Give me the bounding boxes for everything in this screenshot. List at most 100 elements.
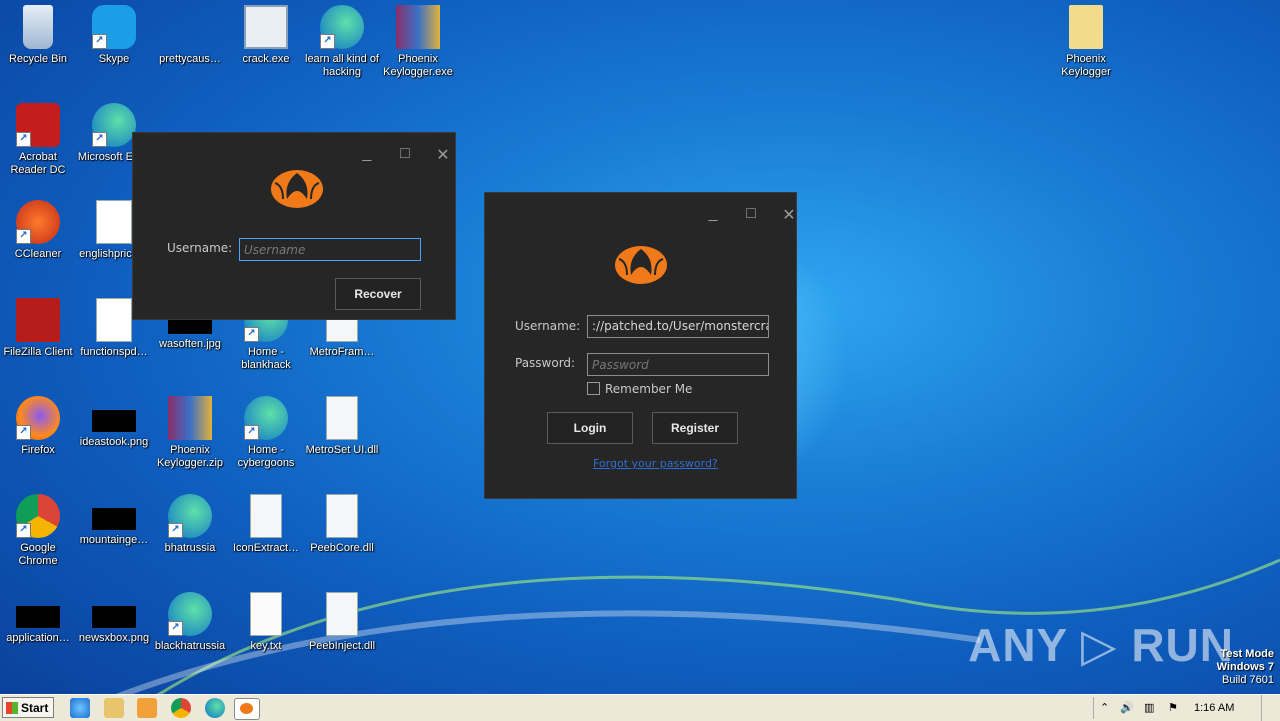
maximize-icon[interactable]: □ [743, 205, 759, 225]
maximize-icon[interactable]: □ [397, 145, 413, 165]
shortcut-arrow-icon: ↗ [16, 523, 31, 538]
desktop-icon[interactable]: PeebInject.dll [304, 592, 380, 653]
flag-icon[interactable]: ⚑ [1168, 701, 1178, 714]
desktop-icon-label: FileZilla Client [3, 346, 73, 358]
windows-version-line: Windows 7 [1216, 661, 1274, 673]
taskbar: Start ⌃ 🔊 ▥ ⚑ 1:16 AM [0, 694, 1280, 721]
media-player-taskbar-icon[interactable] [137, 698, 157, 718]
recover-username-label: Username: [167, 241, 233, 255]
edge-taskbar-icon[interactable] [205, 698, 225, 718]
explorer-taskbar-icon[interactable] [104, 698, 124, 718]
desktop-icon-label: Google Chrome [18, 542, 58, 567]
recover-username-input[interactable] [239, 238, 421, 261]
desktop-icon[interactable]: Phoenix Keylogger.zip [152, 396, 228, 470]
close-icon[interactable]: ✕ [435, 145, 451, 165]
desktop-icon[interactable]: ↗ Firefox [0, 396, 76, 457]
image-icon [16, 606, 60, 628]
chrome-icon: ↗ [16, 494, 60, 538]
desktop-icon[interactable]: ↗ blackhatrussia [152, 592, 228, 653]
ccleaner-icon: ↗ [16, 200, 60, 244]
shortcut-arrow-icon: ↗ [92, 34, 107, 49]
desktop-icon[interactable]: FileZilla Client [0, 298, 76, 359]
desktop-icon[interactable]: mountainge… [76, 494, 152, 547]
phoenix-taskbar-icon[interactable] [234, 698, 260, 720]
desktop-icon-label: blackhatrussia [154, 640, 226, 652]
network-icon[interactable]: ▥ [1144, 701, 1154, 714]
edge-icon: ↗ [92, 103, 136, 147]
desktop-icon[interactable]: key.txt [228, 592, 304, 653]
chrome-taskbar-icon[interactable] [171, 698, 191, 718]
image-icon [92, 606, 136, 628]
login-password-input[interactable] [587, 353, 769, 376]
desktop-icon-label: Phoenix Keylogger.zip [156, 444, 224, 469]
desktop-icon-label: crack.exe [242, 53, 290, 65]
desktop-icon[interactable]: ↗ Home - cybergoons [228, 396, 304, 470]
desktop-icon-label: Phoenix Keylogger [1061, 53, 1111, 78]
desktop-icon-label: Home - blankhack [241, 346, 291, 371]
desktop-icon-label: key.txt [250, 640, 282, 652]
dll-icon [326, 592, 358, 636]
desktop-icon-label: PeebInject.dll [308, 640, 376, 652]
desktop-icon[interactable]: Phoenix Keylogger [1048, 5, 1124, 79]
file-icon [168, 5, 212, 49]
word-doc-icon [96, 298, 132, 342]
remember-me-checkbox[interactable] [587, 382, 600, 395]
desktop-icon-label: application… [6, 632, 70, 644]
desktop-icon-label: wasoften.jpg [159, 338, 221, 350]
desktop-icon[interactable]: prettycaus… [152, 5, 228, 66]
desktop-icon-label: functionspd… [80, 346, 148, 358]
dll-icon [326, 396, 358, 440]
start-button[interactable]: Start [2, 697, 54, 718]
desktop-icon[interactable]: Phoenix Keylogger.exe [380, 5, 456, 79]
desktop-icon[interactable]: ↗ Acrobat Reader DC [0, 103, 76, 177]
test-mode-line: Test Mode [1220, 648, 1274, 660]
forgot-password-link[interactable]: Forgot your password? [593, 457, 718, 470]
show-desktop-button[interactable] [1261, 695, 1280, 721]
desktop-icon[interactable]: newsxbox.png [76, 592, 152, 645]
desktop-icon[interactable]: ↗ bhatrussia [152, 494, 228, 555]
desktop-icon[interactable]: ↗ Skype [76, 5, 152, 66]
login-dialog: _ □ ✕ Username: ://patched.to/User/monst… [484, 192, 797, 499]
recover-button[interactable]: Recover [335, 278, 421, 310]
login-button[interactable]: Login [547, 412, 633, 444]
desktop-icon[interactable]: PeebCore.dll [304, 494, 380, 555]
start-label: Start [21, 701, 49, 715]
winrar-icon [396, 5, 440, 49]
minimize-icon[interactable]: _ [705, 205, 721, 225]
desktop-icon[interactable]: MetroSet UI.dll [304, 396, 380, 457]
desktop-icon[interactable]: Recycle Bin [0, 5, 76, 66]
desktop-icon[interactable]: ↗ Google Chrome [0, 494, 76, 568]
desktop-icon-label: PeebCore.dll [310, 542, 374, 554]
shortcut-arrow-icon: ↗ [168, 523, 183, 538]
desktop-icon-label: IconExtract… [232, 542, 300, 554]
desktop-icon[interactable]: ideastook.png [76, 396, 152, 449]
test-mode-info: Test Mode Windows 7 Build 7601 [1217, 648, 1274, 687]
shortcut-arrow-icon: ↗ [16, 229, 31, 244]
recycle-bin-icon [23, 5, 53, 49]
shortcut-arrow-icon: ↗ [16, 132, 31, 147]
desktop-icon[interactable]: IconExtract… [228, 494, 304, 555]
shortcut-arrow-icon: ↗ [244, 327, 259, 342]
filezilla-icon [16, 298, 60, 342]
shortcut-arrow-icon: ↗ [16, 425, 31, 440]
desktop-icon-label: Firefox [21, 444, 55, 456]
desktop-icon[interactable]: crack.exe [228, 5, 304, 66]
phoenix-logo-icon [271, 170, 323, 208]
clock[interactable]: 1:16 AM [1194, 702, 1234, 714]
register-button[interactable]: Register [652, 412, 738, 444]
volume-icon[interactable]: 🔊 [1120, 701, 1134, 714]
edge-icon: ↗ [168, 592, 212, 636]
folder-icon [1069, 5, 1103, 49]
minimize-icon[interactable]: _ [359, 145, 375, 165]
desktop-icon[interactable]: application… [0, 592, 76, 645]
desktop-icon-label: MetroSet UI.dll [305, 444, 379, 456]
desktop-icon-label: ideastook.png [79, 436, 149, 448]
recover-window-controls: _ □ ✕ [359, 145, 451, 165]
desktop-icon[interactable]: ↗ learn all kind of hacking [304, 5, 380, 79]
ie-taskbar-icon[interactable] [70, 698, 90, 718]
dll-icon [326, 494, 358, 538]
login-username-input[interactable]: ://patched.to/User/monstercrack [587, 315, 769, 338]
desktop-icon[interactable]: ↗ CCleaner [0, 200, 76, 261]
close-icon[interactable]: ✕ [781, 205, 797, 225]
tray-expand-icon[interactable]: ⌃ [1100, 701, 1109, 714]
